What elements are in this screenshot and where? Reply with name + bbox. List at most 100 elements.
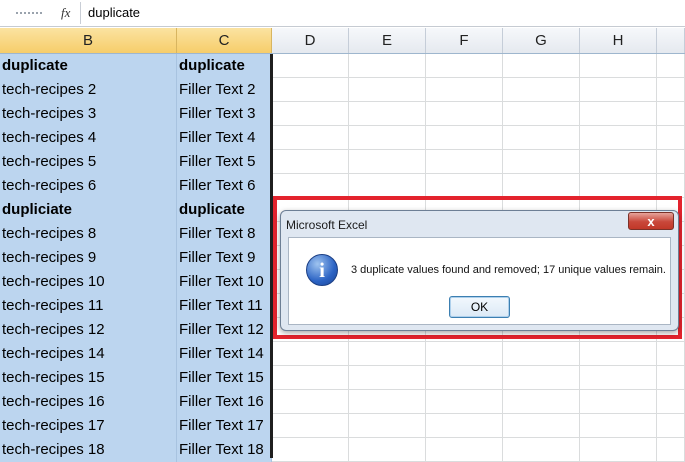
cell-f[interactable] bbox=[426, 174, 503, 198]
cell-g[interactable] bbox=[503, 342, 580, 366]
cell-c[interactable]: Filler Text 14 bbox=[177, 342, 272, 366]
cell-d[interactable] bbox=[272, 342, 349, 366]
cell-f[interactable] bbox=[426, 366, 503, 390]
cell-partial[interactable] bbox=[657, 126, 685, 150]
cell-partial[interactable] bbox=[657, 174, 685, 198]
cell-g[interactable] bbox=[503, 390, 580, 414]
cell-g[interactable] bbox=[503, 366, 580, 390]
cell-h[interactable] bbox=[580, 126, 657, 150]
cell-f[interactable] bbox=[426, 54, 503, 78]
cell-d[interactable] bbox=[272, 174, 349, 198]
cell-d[interactable] bbox=[272, 414, 349, 438]
cell-partial[interactable] bbox=[657, 390, 685, 414]
cell-c[interactable]: Filler Text 9 bbox=[177, 246, 272, 270]
cell-partial[interactable] bbox=[657, 414, 685, 438]
formula-input[interactable]: duplicate bbox=[88, 5, 140, 20]
cell-g[interactable] bbox=[503, 126, 580, 150]
cell-e[interactable] bbox=[349, 150, 426, 174]
cell-b[interactable]: tech-recipes 17 bbox=[0, 414, 177, 438]
cell-e[interactable] bbox=[349, 174, 426, 198]
cell-b[interactable]: tech-recipes 15 bbox=[0, 366, 177, 390]
cell-h[interactable] bbox=[580, 342, 657, 366]
insert-function-icon[interactable]: fx bbox=[61, 5, 70, 21]
cell-d[interactable] bbox=[272, 102, 349, 126]
cell-partial[interactable] bbox=[657, 78, 685, 102]
cell-f[interactable] bbox=[426, 414, 503, 438]
cell-partial[interactable] bbox=[657, 438, 685, 462]
cell-partial[interactable] bbox=[657, 102, 685, 126]
cell-f[interactable] bbox=[426, 78, 503, 102]
cell-b[interactable]: tech-recipes 4 bbox=[0, 126, 177, 150]
cell-c[interactable]: duplicate bbox=[177, 198, 272, 222]
cell-b[interactable]: tech-recipes 11 bbox=[0, 294, 177, 318]
cell-c[interactable]: Filler Text 6 bbox=[177, 174, 272, 198]
cell-partial[interactable] bbox=[657, 54, 685, 78]
cell-d[interactable] bbox=[272, 438, 349, 462]
cell-b[interactable]: duplicate bbox=[0, 54, 177, 78]
cell-c[interactable]: Filler Text 2 bbox=[177, 78, 272, 102]
cell-h[interactable] bbox=[580, 174, 657, 198]
cell-d[interactable] bbox=[272, 126, 349, 150]
cell-e[interactable] bbox=[349, 390, 426, 414]
cell-g[interactable] bbox=[503, 102, 580, 126]
ok-button[interactable]: OK bbox=[449, 296, 510, 318]
cell-f[interactable] bbox=[426, 438, 503, 462]
cell-e[interactable] bbox=[349, 342, 426, 366]
cell-e[interactable] bbox=[349, 438, 426, 462]
cell-b[interactable]: tech-recipes 18 bbox=[0, 438, 177, 462]
column-header-h[interactable]: H bbox=[580, 28, 657, 53]
cell-g[interactable] bbox=[503, 54, 580, 78]
dialog-titlebar[interactable]: Microsoft Excel x bbox=[281, 211, 678, 237]
cell-b[interactable]: tech-recipes 12 bbox=[0, 318, 177, 342]
column-header-d[interactable]: D bbox=[272, 28, 349, 53]
column-header-g[interactable]: G bbox=[503, 28, 580, 53]
cell-b[interactable]: tech-recipes 2 bbox=[0, 78, 177, 102]
cell-b[interactable]: tech-recipes 9 bbox=[0, 246, 177, 270]
column-header-f[interactable]: F bbox=[426, 28, 503, 53]
cell-g[interactable] bbox=[503, 150, 580, 174]
column-header-partial[interactable] bbox=[657, 28, 685, 53]
cell-h[interactable] bbox=[580, 54, 657, 78]
cell-h[interactable] bbox=[580, 102, 657, 126]
cell-c[interactable]: Filler Text 5 bbox=[177, 150, 272, 174]
cell-d[interactable] bbox=[272, 150, 349, 174]
cell-partial[interactable] bbox=[657, 366, 685, 390]
cell-c[interactable]: Filler Text 16 bbox=[177, 390, 272, 414]
column-header-c[interactable]: C bbox=[177, 28, 272, 53]
cell-d[interactable] bbox=[272, 78, 349, 102]
cell-c[interactable]: Filler Text 10 bbox=[177, 270, 272, 294]
cell-g[interactable] bbox=[503, 78, 580, 102]
cell-partial[interactable] bbox=[657, 150, 685, 174]
cell-h[interactable] bbox=[580, 366, 657, 390]
cell-b[interactable]: tech-recipes 14 bbox=[0, 342, 177, 366]
cell-c[interactable]: Filler Text 18 bbox=[177, 438, 272, 462]
cell-h[interactable] bbox=[580, 390, 657, 414]
cell-c[interactable]: Filler Text 17 bbox=[177, 414, 272, 438]
cell-e[interactable] bbox=[349, 54, 426, 78]
cell-c[interactable]: Filler Text 11 bbox=[177, 294, 272, 318]
cell-f[interactable] bbox=[426, 102, 503, 126]
cell-b[interactable]: tech-recipes 16 bbox=[0, 390, 177, 414]
cell-h[interactable] bbox=[580, 78, 657, 102]
cell-b[interactable]: dupliciate bbox=[0, 198, 177, 222]
cell-partial[interactable] bbox=[657, 342, 685, 366]
cell-b[interactable]: tech-recipes 8 bbox=[0, 222, 177, 246]
cell-b[interactable]: tech-recipes 3 bbox=[0, 102, 177, 126]
close-button[interactable]: x bbox=[628, 212, 674, 230]
cell-h[interactable] bbox=[580, 150, 657, 174]
cell-d[interactable] bbox=[272, 366, 349, 390]
cell-b[interactable]: tech-recipes 10 bbox=[0, 270, 177, 294]
cell-b[interactable]: tech-recipes 6 bbox=[0, 174, 177, 198]
cell-c[interactable]: Filler Text 8 bbox=[177, 222, 272, 246]
cell-g[interactable] bbox=[503, 414, 580, 438]
cell-c[interactable]: Filler Text 12 bbox=[177, 318, 272, 342]
cell-e[interactable] bbox=[349, 126, 426, 150]
column-header-e[interactable]: E bbox=[349, 28, 426, 53]
cell-h[interactable] bbox=[580, 438, 657, 462]
cell-c[interactable]: Filler Text 4 bbox=[177, 126, 272, 150]
cell-f[interactable] bbox=[426, 342, 503, 366]
cell-e[interactable] bbox=[349, 102, 426, 126]
column-header-b[interactable]: B bbox=[0, 28, 177, 53]
cell-f[interactable] bbox=[426, 390, 503, 414]
cell-c[interactable]: Filler Text 15 bbox=[177, 366, 272, 390]
